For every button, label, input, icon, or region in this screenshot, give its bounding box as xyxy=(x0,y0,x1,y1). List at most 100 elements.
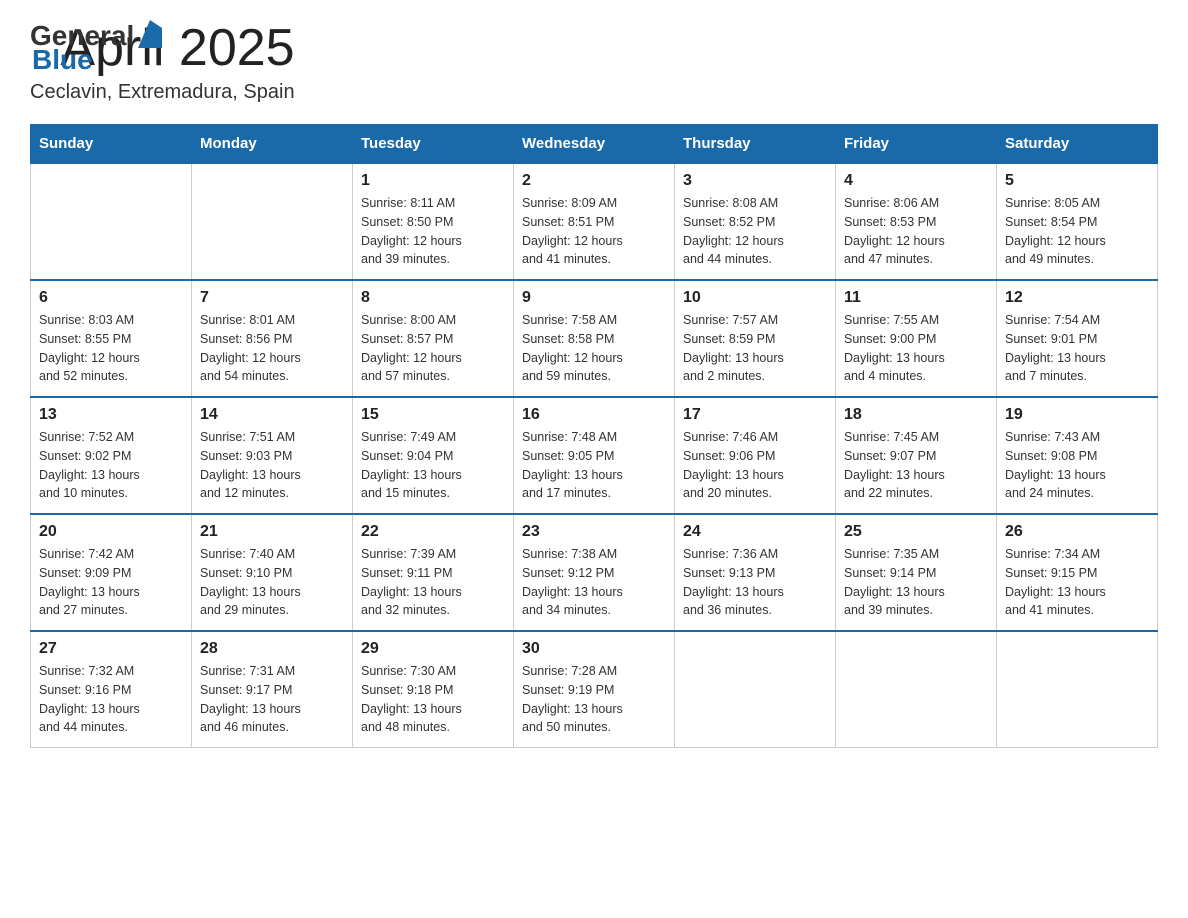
calendar-cell: 15 Sunrise: 7:49 AM Sunset: 9:04 PM Dayli… xyxy=(353,397,514,514)
calendar-cell: 12 Sunrise: 7:54 AM Sunset: 9:01 PM Dayli… xyxy=(997,280,1158,397)
calendar-cell xyxy=(997,631,1158,748)
logo-text-blue: Blue xyxy=(32,44,166,76)
day-info: Sunrise: 8:06 AM Sunset: 8:53 PM Dayligh… xyxy=(844,194,988,269)
day-info: Sunrise: 7:34 AM Sunset: 9:15 PM Dayligh… xyxy=(1005,545,1149,620)
calendar-cell: 7Sunrise: 8:01 AM Sunset: 8:56 PM Daylig… xyxy=(192,280,353,397)
day-number: 27 xyxy=(39,640,183,658)
day-number: 8 xyxy=(361,289,505,307)
day-number: 30 xyxy=(522,640,666,658)
day-info: Sunrise: 7:54 AM Sunset: 9:01 PM Dayligh… xyxy=(1005,311,1149,386)
calendar-day-header: Thursday xyxy=(675,125,836,164)
day-info: Sunrise: 8:11 AM Sunset: 8:50 PM Dayligh… xyxy=(361,194,505,269)
day-info: Sunrise: 8:01 AM Sunset: 8:56 PM Dayligh… xyxy=(200,311,344,386)
calendar-cell: 27 Sunrise: 7:32 AM Sunset: 9:16 PM Dayli… xyxy=(31,631,192,748)
day-info: Sunrise: 7:46 AM Sunset: 9:06 PM Dayligh… xyxy=(683,428,827,503)
day-number: 23 xyxy=(522,523,666,541)
day-info: Sunrise: 7:52 AM Sunset: 9:02 PM Dayligh… xyxy=(39,428,183,503)
day-number: 13 xyxy=(39,406,183,424)
page-header: General April 2025 Ceclavin, Extremadura… xyxy=(30,20,1158,104)
day-info: Sunrise: 7:57 AM Sunset: 8:59 PM Dayligh… xyxy=(683,311,827,386)
calendar-day-header: Tuesday xyxy=(353,125,514,164)
calendar-cell: 30 Sunrise: 7:28 AM Sunset: 9:19 PM Dayli… xyxy=(514,631,675,748)
calendar-cell: 22Sunrise: 7:39 AM Sunset: 9:11 PM Dayli… xyxy=(353,514,514,631)
day-number: 4 xyxy=(844,172,988,190)
day-info: Sunrise: 8:08 AM Sunset: 8:52 PM Dayligh… xyxy=(683,194,827,269)
calendar-cell: 25 Sunrise: 7:35 AM Sunset: 9:14 PM Dayli… xyxy=(836,514,997,631)
day-number: 2 xyxy=(522,172,666,190)
day-number: 17 xyxy=(683,406,827,424)
calendar-cell: 16 Sunrise: 7:48 AM Sunset: 9:05 PM Dayli… xyxy=(514,397,675,514)
day-info: Sunrise: 7:55 AM Sunset: 9:00 PM Dayligh… xyxy=(844,311,988,386)
calendar-cell: 13 Sunrise: 7:52 AM Sunset: 9:02 PM Dayli… xyxy=(31,397,192,514)
calendar-cell: 17 Sunrise: 7:46 AM Sunset: 9:06 PM Dayli… xyxy=(675,397,836,514)
day-number: 3 xyxy=(683,172,827,190)
calendar-cell: 29 Sunrise: 7:30 AM Sunset: 9:18 PM Dayli… xyxy=(353,631,514,748)
calendar-cell: 23 Sunrise: 7:38 AM Sunset: 9:12 PM Dayli… xyxy=(514,514,675,631)
calendar-cell: 19 Sunrise: 7:43 AM Sunset: 9:08 PM Dayli… xyxy=(997,397,1158,514)
logo-container: General Blue xyxy=(30,20,166,76)
day-info: Sunrise: 7:38 AM Sunset: 9:12 PM Dayligh… xyxy=(522,545,666,620)
calendar-cell: 24Sunrise: 7:36 AM Sunset: 9:13 PM Dayli… xyxy=(675,514,836,631)
calendar-week-row: 1 Sunrise: 8:11 AM Sunset: 8:50 PM Daylig… xyxy=(31,163,1158,280)
calendar-cell: 4 Sunrise: 8:06 AM Sunset: 8:53 PM Daylig… xyxy=(836,163,997,280)
day-info: Sunrise: 7:42 AM Sunset: 9:09 PM Dayligh… xyxy=(39,545,183,620)
day-number: 25 xyxy=(844,523,988,541)
calendar-cell xyxy=(31,163,192,280)
calendar-cell: 10 Sunrise: 7:57 AM Sunset: 8:59 PM Dayli… xyxy=(675,280,836,397)
day-info: Sunrise: 7:30 AM Sunset: 9:18 PM Dayligh… xyxy=(361,662,505,737)
calendar-cell: 20 Sunrise: 7:42 AM Sunset: 9:09 PM Dayli… xyxy=(31,514,192,631)
day-number: 16 xyxy=(522,406,666,424)
calendar-day-header: Monday xyxy=(192,125,353,164)
day-info: Sunrise: 7:35 AM Sunset: 9:14 PM Dayligh… xyxy=(844,545,988,620)
calendar-cell: 5Sunrise: 8:05 AM Sunset: 8:54 PM Daylig… xyxy=(997,163,1158,280)
calendar-week-row: 27 Sunrise: 7:32 AM Sunset: 9:16 PM Dayli… xyxy=(31,631,1158,748)
calendar-cell: 6 Sunrise: 8:03 AM Sunset: 8:55 PM Daylig… xyxy=(31,280,192,397)
day-info: Sunrise: 8:03 AM Sunset: 8:55 PM Dayligh… xyxy=(39,311,183,386)
calendar-cell: 1 Sunrise: 8:11 AM Sunset: 8:50 PM Daylig… xyxy=(353,163,514,280)
day-info: Sunrise: 8:05 AM Sunset: 8:54 PM Dayligh… xyxy=(1005,194,1149,269)
calendar-week-row: 6 Sunrise: 8:03 AM Sunset: 8:55 PM Daylig… xyxy=(31,280,1158,397)
calendar-cell xyxy=(192,163,353,280)
day-number: 10 xyxy=(683,289,827,307)
day-info: Sunrise: 7:36 AM Sunset: 9:13 PM Dayligh… xyxy=(683,545,827,620)
day-number: 29 xyxy=(361,640,505,658)
day-number: 14 xyxy=(200,406,344,424)
day-number: 15 xyxy=(361,406,505,424)
day-number: 20 xyxy=(39,523,183,541)
day-number: 18 xyxy=(844,406,988,424)
day-info: Sunrise: 7:45 AM Sunset: 9:07 PM Dayligh… xyxy=(844,428,988,503)
calendar-day-header: Sunday xyxy=(31,125,192,164)
calendar-cell: 14 Sunrise: 7:51 AM Sunset: 9:03 PM Dayli… xyxy=(192,397,353,514)
day-number: 19 xyxy=(1005,406,1149,424)
day-info: Sunrise: 7:51 AM Sunset: 9:03 PM Dayligh… xyxy=(200,428,344,503)
day-number: 1 xyxy=(361,172,505,190)
day-info: Sunrise: 7:43 AM Sunset: 9:08 PM Dayligh… xyxy=(1005,428,1149,503)
calendar-cell: 2 Sunrise: 8:09 AM Sunset: 8:51 PM Daylig… xyxy=(514,163,675,280)
day-info: Sunrise: 7:31 AM Sunset: 9:17 PM Dayligh… xyxy=(200,662,344,737)
calendar-cell: 11 Sunrise: 7:55 AM Sunset: 9:00 PM Dayli… xyxy=(836,280,997,397)
calendar-cell: 26 Sunrise: 7:34 AM Sunset: 9:15 PM Dayli… xyxy=(997,514,1158,631)
day-number: 11 xyxy=(844,289,988,307)
calendar-cell xyxy=(836,631,997,748)
day-info: Sunrise: 8:09 AM Sunset: 8:51 PM Dayligh… xyxy=(522,194,666,269)
location-title: Ceclavin, Extremadura, Spain xyxy=(30,81,295,104)
day-number: 6 xyxy=(39,289,183,307)
calendar-cell xyxy=(675,631,836,748)
calendar-cell: 8Sunrise: 8:00 AM Sunset: 8:57 PM Daylig… xyxy=(353,280,514,397)
calendar-cell: 28Sunrise: 7:31 AM Sunset: 9:17 PM Dayli… xyxy=(192,631,353,748)
day-info: Sunrise: 7:48 AM Sunset: 9:05 PM Dayligh… xyxy=(522,428,666,503)
calendar-cell: 9Sunrise: 7:58 AM Sunset: 8:58 PM Daylig… xyxy=(514,280,675,397)
day-info: Sunrise: 7:49 AM Sunset: 9:04 PM Dayligh… xyxy=(361,428,505,503)
day-number: 12 xyxy=(1005,289,1149,307)
day-info: Sunrise: 7:28 AM Sunset: 9:19 PM Dayligh… xyxy=(522,662,666,737)
calendar-cell: 3 Sunrise: 8:08 AM Sunset: 8:52 PM Daylig… xyxy=(675,163,836,280)
day-number: 21 xyxy=(200,523,344,541)
calendar-cell: 18 Sunrise: 7:45 AM Sunset: 9:07 PM Dayli… xyxy=(836,397,997,514)
calendar-day-header: Saturday xyxy=(997,125,1158,164)
calendar-week-row: 20 Sunrise: 7:42 AM Sunset: 9:09 PM Dayli… xyxy=(31,514,1158,631)
day-info: Sunrise: 7:32 AM Sunset: 9:16 PM Dayligh… xyxy=(39,662,183,737)
day-number: 26 xyxy=(1005,523,1149,541)
calendar-cell: 21 Sunrise: 7:40 AM Sunset: 9:10 PM Dayli… xyxy=(192,514,353,631)
day-info: Sunrise: 7:40 AM Sunset: 9:10 PM Dayligh… xyxy=(200,545,344,620)
day-number: 9 xyxy=(522,289,666,307)
